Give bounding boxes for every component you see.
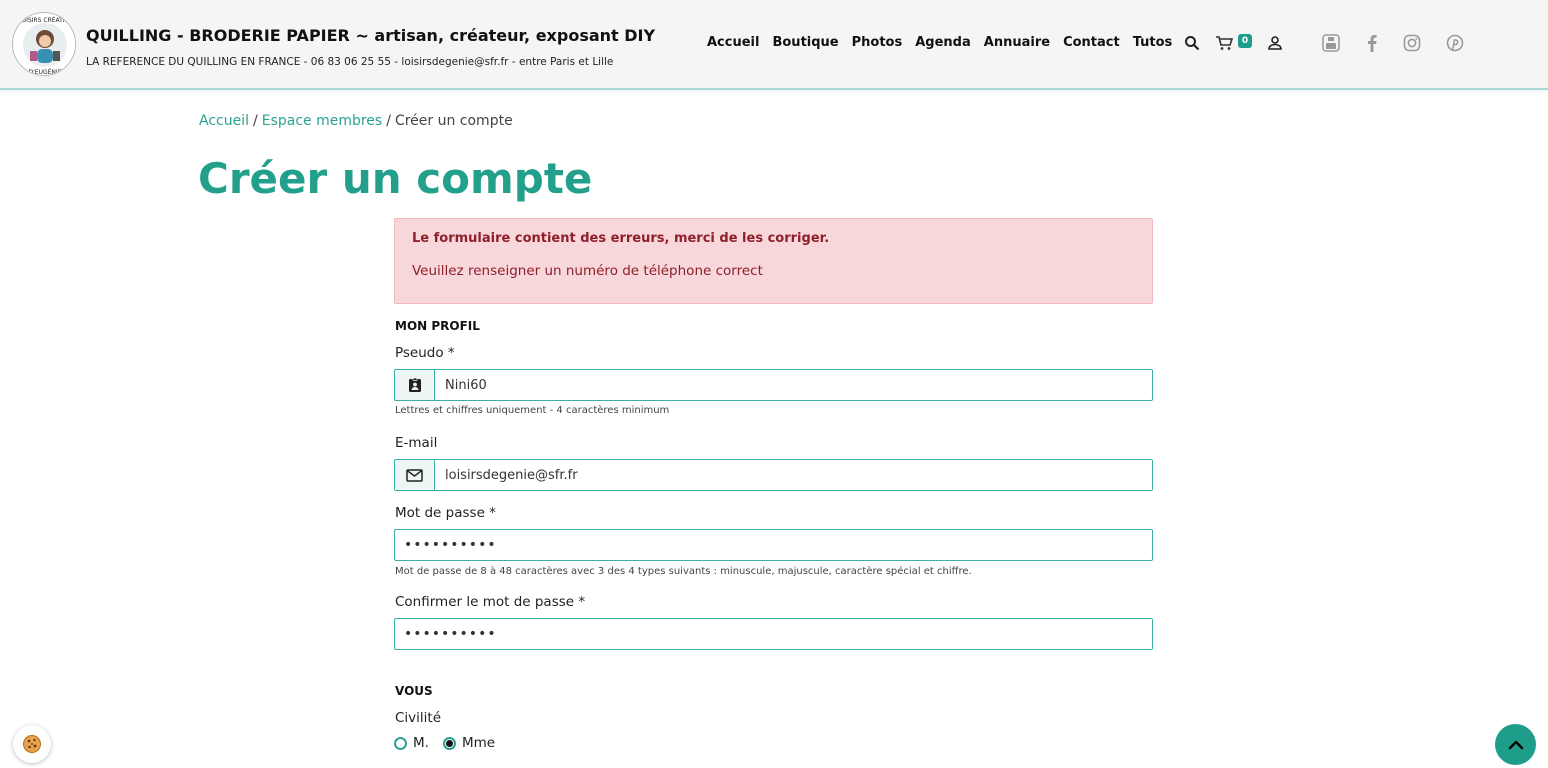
- confirm-password-label: Confirmer le mot de passe *: [395, 594, 586, 610]
- password-input[interactable]: [395, 530, 1152, 560]
- nav-accueil[interactable]: Accueil: [707, 35, 759, 50]
- breadcrumb-home[interactable]: Accueil: [199, 113, 249, 129]
- nav-photos[interactable]: Photos: [852, 35, 903, 50]
- confirm-password-field[interactable]: [394, 618, 1153, 650]
- civility-option-mme-label[interactable]: Mme: [462, 735, 495, 751]
- main-nav: Accueil Boutique Photos Agenda Annuaire …: [707, 35, 1172, 50]
- user-icon[interactable]: [1265, 33, 1285, 53]
- facebook-icon[interactable]: [1362, 33, 1382, 53]
- breadcrumb-separator: /: [253, 113, 258, 129]
- svg-text:D'EUGÉNIE: D'EUGÉNIE: [29, 68, 62, 76]
- profile-section-title: MON PROFIL: [395, 319, 480, 333]
- alert-title: Le formulaire contient des erreurs, merc…: [412, 231, 830, 246]
- pseudo-field[interactable]: [394, 369, 1153, 401]
- envelope-icon: [395, 460, 435, 490]
- nav-boutique[interactable]: Boutique: [772, 35, 838, 50]
- youtube-icon[interactable]: [1321, 33, 1341, 53]
- instagram-icon[interactable]: [1402, 33, 1422, 53]
- cookie-icon: [23, 735, 41, 753]
- password-label: Mot de passe *: [395, 505, 496, 521]
- cart-icon[interactable]: [1214, 33, 1234, 53]
- site-logo[interactable]: LOISIRS CRÉATIFS D'EUGÉNIE: [12, 12, 76, 76]
- pinterest-icon[interactable]: [1445, 33, 1465, 53]
- email-input[interactable]: [435, 460, 1152, 490]
- civility-label: Civilité: [395, 710, 442, 726]
- nav-tutos[interactable]: Tutos: [1133, 35, 1173, 50]
- nav-contact[interactable]: Contact: [1063, 35, 1120, 50]
- password-field[interactable]: [394, 529, 1153, 561]
- civility-options: M. Mme: [394, 735, 495, 751]
- pseudo-help: Lettres et chiffres uniquement - 4 carac…: [395, 405, 670, 416]
- site-header: LOISIRS CRÉATIFS D'EUGÉNIE QUILLING - BR…: [0, 0, 1548, 90]
- chevron-up-icon: [1508, 740, 1523, 749]
- email-label: E-mail: [395, 435, 438, 451]
- breadcrumb: Accueil / Espace membres / Créer un compte: [199, 113, 513, 129]
- nav-annuaire[interactable]: Annuaire: [984, 35, 1050, 50]
- breadcrumb-current: Créer un compte: [394, 113, 513, 129]
- alert-message: Veuillez renseigner un numéro de télépho…: [412, 263, 763, 279]
- back-to-top-button[interactable]: [1495, 724, 1536, 765]
- error-alert: Le formulaire contient des erreurs, merc…: [394, 218, 1153, 304]
- breadcrumb-members[interactable]: Espace membres: [262, 113, 383, 129]
- pseudo-label: Pseudo *: [395, 345, 455, 361]
- confirm-password-input[interactable]: [395, 619, 1152, 649]
- breadcrumb-separator: /: [386, 113, 391, 129]
- password-help: Mot de passe de 8 à 48 caractères avec 3…: [395, 566, 972, 577]
- svg-text:LOISIRS CRÉATIFS: LOISIRS CRÉATIFS: [18, 16, 72, 24]
- civility-option-m-label[interactable]: M.: [413, 735, 429, 751]
- nav-agenda[interactable]: Agenda: [915, 35, 971, 50]
- email-field[interactable]: [394, 459, 1153, 491]
- cart-count-badge: 0: [1238, 34, 1252, 48]
- civility-radio-mme[interactable]: [442, 736, 456, 750]
- page-title: Créer un compte: [198, 154, 593, 203]
- site-subtitle: LA REFERENCE DU QUILLING EN FRANCE - 06 …: [86, 56, 614, 68]
- vous-section-title: VOUS: [395, 684, 433, 698]
- site-title[interactable]: QUILLING - BRODERIE PAPIER ~ artisan, cr…: [86, 26, 655, 45]
- civility-radio-m[interactable]: [394, 736, 407, 750]
- cookie-settings-button[interactable]: [13, 725, 51, 763]
- search-icon[interactable]: [1182, 33, 1202, 53]
- pseudo-input[interactable]: [435, 370, 1152, 400]
- id-badge-icon: [395, 370, 435, 400]
